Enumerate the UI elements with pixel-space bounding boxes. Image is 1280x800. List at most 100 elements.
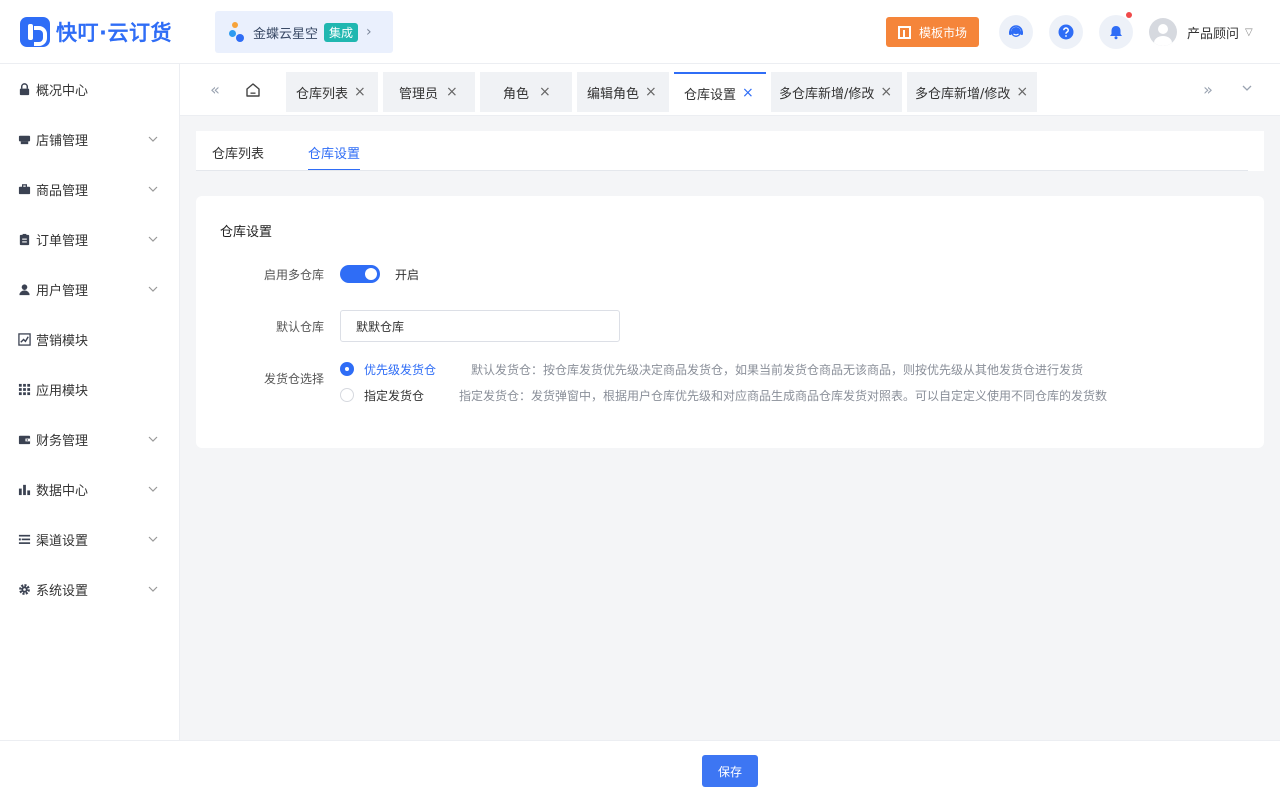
designated-warehouse-description: 指定发货仓：发货弹窗中，根据用户仓库优先级和对应商品生成商品仓库发货对照表。可以…: [459, 389, 1108, 403]
notification-button[interactable]: [1099, 12, 1133, 49]
tab-label: 角色: [503, 86, 530, 102]
close-icon[interactable]: ×: [880, 84, 892, 100]
shipping-selection-label: 发货仓选择: [263, 372, 324, 386]
sidebar-item-users[interactable]: 用户管理: [0, 264, 179, 314]
wallet-icon: [17, 432, 31, 446]
sidebar-item-apps[interactable]: 应用模块: [0, 364, 179, 414]
close-icon[interactable]: ×: [645, 84, 657, 100]
clipboard-icon: [17, 232, 31, 246]
sidebar-item-finance[interactable]: 财务管理: [0, 414, 179, 464]
chevron-down-icon: [148, 286, 158, 292]
designated-warehouse-label[interactable]: 指定发货仓: [364, 387, 424, 404]
save-button[interactable]: 保存: [702, 755, 758, 787]
chevron-down-icon: [148, 136, 158, 142]
sidebar-item-label: 概况中心: [36, 83, 89, 99]
tab-roles[interactable]: 角色 ×: [480, 72, 572, 112]
chevron-down-icon: [148, 236, 158, 242]
multi-warehouse-toggle[interactable]: [340, 265, 380, 283]
user-menu[interactable]: 产品顾问 ▽: [1149, 18, 1253, 46]
grid-icon: [17, 382, 31, 396]
sidebar-item-label: 订单管理: [36, 233, 89, 249]
home-icon[interactable]: [244, 81, 262, 99]
chevron-down-icon: [148, 536, 158, 542]
template-market-label: 模板市场: [918, 25, 967, 40]
close-icon[interactable]: ×: [1016, 84, 1028, 100]
scroll-right-icon[interactable]: »: [1199, 81, 1217, 99]
sidebar-item-products[interactable]: 商品管理: [0, 164, 179, 214]
sidebar-item-marketing[interactable]: 营销模块: [0, 314, 179, 364]
headset-icon: [1009, 25, 1023, 37]
close-icon[interactable]: ×: [742, 85, 754, 101]
sidebar-item-orders[interactable]: 订单管理: [0, 214, 179, 264]
sidebar-item-label: 财务管理: [36, 433, 89, 449]
chevron-down-icon[interactable]: [1238, 80, 1256, 98]
question-icon: [1058, 24, 1074, 40]
top-header: 快叮·云订货 金蝶云星空 集成 › 模板市场 产品顾问 ▽: [0, 0, 1280, 64]
sidebar-item-store[interactable]: 店铺管理: [0, 114, 179, 164]
help-button[interactable]: [1049, 15, 1083, 49]
default-warehouse-value: 默默仓库: [356, 319, 405, 334]
tab-label: 管理员: [399, 86, 439, 102]
sidebar-item-system[interactable]: 系统设置: [0, 564, 179, 614]
brand-name: 快叮·云订货: [56, 21, 172, 45]
sidebar-item-overview[interactable]: 概况中心: [0, 64, 179, 114]
priority-warehouse-label[interactable]: 优先级发货仓: [364, 361, 436, 378]
subtab-warehouse-list[interactable]: 仓库列表: [212, 143, 264, 162]
tab-label: 仓库设置: [684, 87, 737, 103]
scroll-left-icon[interactable]: «: [206, 81, 224, 99]
avatar: [1149, 18, 1177, 46]
sidebar-item-label: 数据中心: [36, 483, 89, 499]
designated-warehouse-radio[interactable]: [340, 388, 354, 402]
sidebar-item-data-center[interactable]: 数据中心: [0, 464, 179, 514]
tab-edit-role[interactable]: 编辑角色 ×: [577, 72, 669, 112]
default-warehouse-select[interactable]: 默默仓库: [340, 310, 620, 342]
tab-multi-warehouse-edit[interactable]: 多仓库新增/修改 ×: [771, 72, 902, 112]
tab-label: 编辑角色: [587, 86, 640, 102]
bar-chart-icon: [17, 482, 31, 496]
tab-warehouse-settings[interactable]: 仓库设置 ×: [674, 72, 766, 112]
section-title: 仓库设置: [220, 225, 273, 240]
sidebar-item-label: 商品管理: [36, 183, 89, 199]
brand-logo[interactable]: 快叮·云订货: [20, 17, 172, 47]
gear-icon: [17, 582, 31, 596]
sub-tab-bar: 仓库列表 仓库设置: [196, 131, 1264, 171]
bell-icon: [1110, 26, 1122, 40]
close-icon[interactable]: ×: [539, 84, 551, 100]
tab-label: 多仓库新增/修改: [915, 86, 1011, 102]
multi-warehouse-label: 启用多仓库: [263, 268, 324, 282]
sidebar-item-channels[interactable]: 渠道设置: [0, 514, 179, 564]
priority-warehouse-radio[interactable]: [340, 362, 354, 376]
tab-multi-warehouse-edit[interactable]: 多仓库新增/修改 ×: [907, 72, 1037, 112]
integration-name: 金蝶云星空: [253, 26, 319, 42]
tab-label: 仓库列表: [296, 86, 349, 102]
subtab-warehouse-settings[interactable]: 仓库设置: [308, 143, 361, 171]
sidebar-item-label: 用户管理: [36, 283, 89, 299]
tab-label: 多仓库新增/修改: [779, 86, 875, 102]
close-icon[interactable]: ×: [354, 84, 366, 100]
action-footer: 保存: [0, 740, 1280, 800]
chevron-down-icon: [148, 436, 158, 442]
brand-logo-icon: [20, 17, 50, 47]
chevron-down-icon: [148, 586, 158, 592]
sidebar-item-label: 系统设置: [36, 583, 89, 599]
lock-icon: [17, 82, 31, 96]
unread-dot: [1126, 12, 1132, 18]
toggle-state-text: 开启: [395, 268, 420, 282]
sidebar-item-label: 营销模块: [36, 333, 89, 349]
tab-admins[interactable]: 管理员 ×: [383, 72, 475, 112]
user-name: 产品顾问: [1187, 26, 1240, 42]
page-tab-bar: « 仓库列表 × 管理员 × 角色 × 编辑角色 × 仓库设置 × 多仓库新增/…: [180, 64, 1280, 116]
priority-warehouse-description: 默认发货仓：按仓库发货优先级决定商品发货仓，如果当前发货仓商品无该商品，则按优先…: [471, 363, 1084, 377]
chevron-right-icon: ›: [366, 24, 372, 40]
integration-dots-icon: [229, 21, 249, 43]
close-icon[interactable]: ×: [446, 84, 458, 100]
integration-badge: 集成: [324, 22, 359, 42]
template-market-button[interactable]: 模板市场: [886, 17, 979, 47]
chevron-down-icon: ▽: [1245, 26, 1253, 38]
customer-service-button[interactable]: [999, 15, 1033, 49]
warehouse-settings-card: 仓库设置 启用多仓库 开启 默认仓库 默默仓库 发货仓选择 优先级发货仓 默认发…: [196, 196, 1264, 448]
integration-entry[interactable]: 金蝶云星空 集成 ›: [215, 11, 393, 53]
trend-chart-icon: [17, 332, 31, 346]
tab-warehouse-list[interactable]: 仓库列表 ×: [286, 72, 378, 112]
sidebar: 概况中心 店铺管理 商品管理 订单管理 用户管理 营销模块 应用模块 财务管理 …: [0, 64, 180, 740]
